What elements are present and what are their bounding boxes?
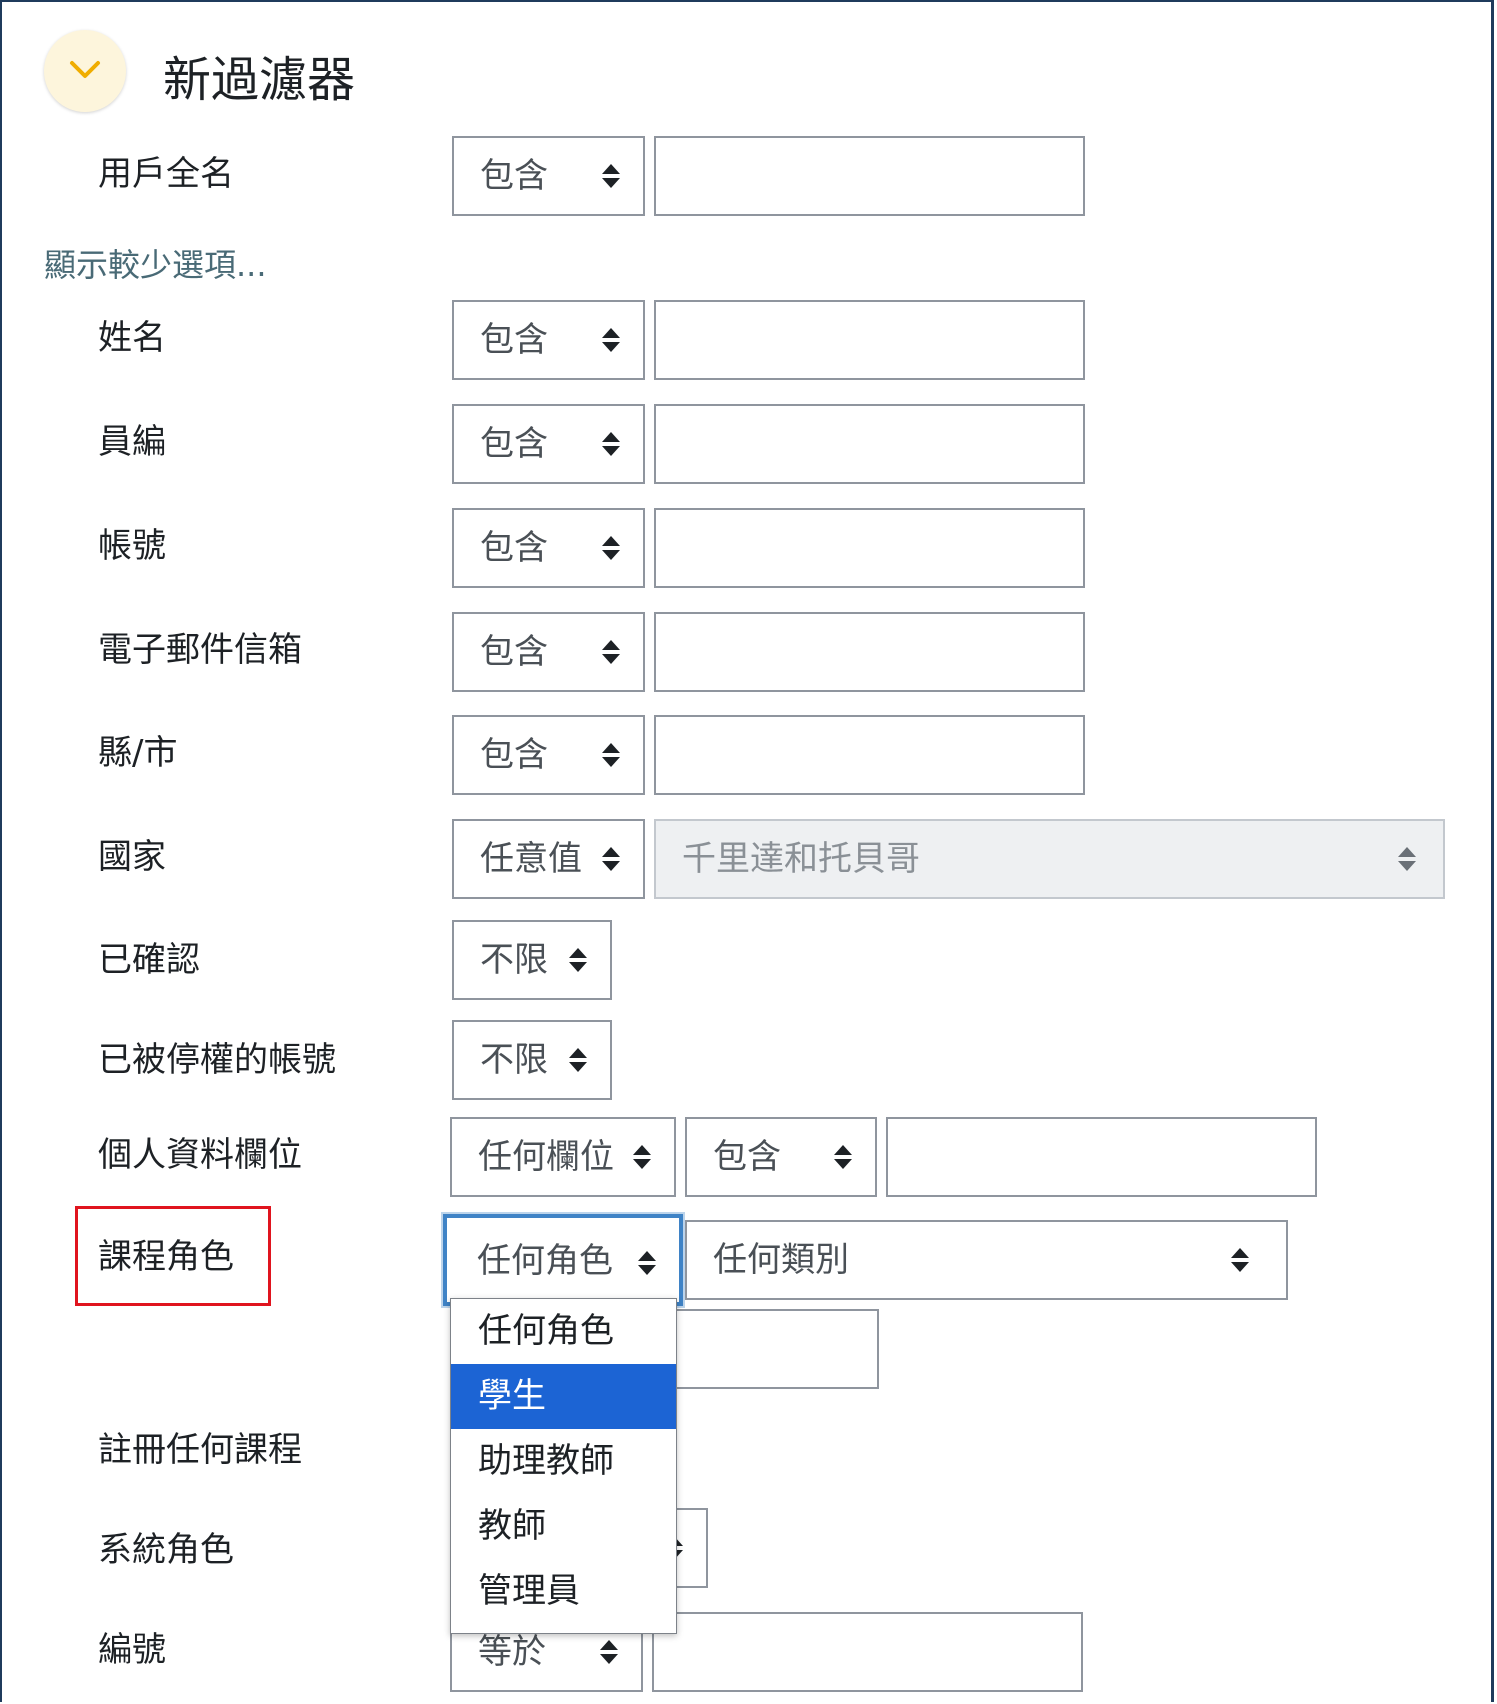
email-label: 電子郵件信箱 — [98, 630, 302, 670]
id-label: 編號 — [98, 1630, 166, 1670]
select-value: 包含 — [480, 632, 548, 672]
email-input[interactable] — [654, 612, 1085, 692]
show-less-options-link[interactable]: 顯示較少選項... — [44, 240, 267, 286]
idnumber-input[interactable] — [654, 404, 1085, 484]
sort-caret-icon — [569, 1048, 587, 1072]
role-option-teacher[interactable]: 教師 — [451, 1494, 676, 1559]
course-name-input[interactable] — [670, 1309, 879, 1389]
profile-field-label: 個人資料欄位 — [98, 1135, 302, 1175]
system-role-label: 系統角色 — [98, 1530, 234, 1570]
sort-caret-icon — [1398, 847, 1416, 871]
profile-field-select[interactable]: 任何欄位 — [450, 1117, 676, 1197]
select-value: 包含 — [480, 735, 548, 775]
any-course-label: 註冊任何課程 — [98, 1430, 302, 1470]
select-value: 千里達和托貝哥 — [682, 839, 920, 879]
fullname-operator-select[interactable]: 包含 — [452, 136, 645, 216]
lastname-input[interactable] — [654, 300, 1085, 380]
role-option-teaching-assistant[interactable]: 助理教師 — [451, 1429, 676, 1494]
suspended-label: 已被停權的帳號 — [98, 1040, 336, 1080]
fullname-input[interactable] — [654, 136, 1085, 216]
lastname-operator-select[interactable]: 包含 — [452, 300, 645, 380]
confirmed-select[interactable]: 不限 — [452, 920, 612, 1000]
sort-caret-icon — [602, 328, 620, 352]
chevron-down-icon — [70, 61, 100, 78]
select-value: 任何欄位 — [478, 1137, 614, 1177]
select-value: 不限 — [480, 940, 548, 980]
sort-caret-icon — [602, 432, 620, 456]
sort-caret-icon — [834, 1145, 852, 1169]
sort-caret-icon — [1231, 1248, 1249, 1272]
city-operator-select[interactable]: 包含 — [452, 715, 645, 795]
country-operator-select[interactable]: 任意值 — [452, 819, 645, 899]
profile-operator-select[interactable]: 包含 — [685, 1117, 877, 1197]
role-option-manager[interactable]: 管理員 — [451, 1559, 676, 1624]
sort-caret-icon — [600, 1640, 618, 1664]
course-category-select[interactable]: 任何類別 — [685, 1220, 1288, 1300]
sort-caret-icon — [569, 948, 587, 972]
role-option-any[interactable]: 任何角色 — [451, 1299, 676, 1364]
select-value: 包含 — [480, 156, 548, 196]
country-label: 國家 — [98, 837, 166, 877]
email-operator-select[interactable]: 包含 — [452, 612, 645, 692]
country-value-select[interactable]: 千里達和托貝哥 — [654, 819, 1445, 899]
sort-caret-icon — [602, 164, 620, 188]
idnumber-operator-select[interactable]: 包含 — [452, 404, 645, 484]
role-option-student[interactable]: 學生 — [451, 1364, 676, 1429]
page-title: 新過濾器 — [163, 52, 356, 108]
sort-caret-icon — [602, 536, 620, 560]
confirmed-label: 已確認 — [98, 940, 200, 980]
idnumber-label: 員編 — [98, 422, 166, 462]
select-value: 包含 — [480, 528, 548, 568]
id-value-input[interactable] — [652, 1612, 1083, 1692]
course-role-label: 課程角色 — [98, 1237, 234, 1277]
city-input[interactable] — [654, 715, 1085, 795]
collapse-toggle-button[interactable] — [44, 30, 126, 112]
select-value: 任何類別 — [713, 1240, 849, 1280]
username-input[interactable] — [654, 508, 1085, 588]
sort-caret-icon — [602, 640, 620, 664]
sort-caret-icon — [602, 847, 620, 871]
select-value: 包含 — [480, 320, 548, 360]
lastname-label: 姓名 — [98, 318, 166, 358]
course-role-dropdown-list: 任何角色 學生 助理教師 教師 管理員 — [450, 1298, 677, 1634]
sort-caret-icon — [633, 1145, 651, 1169]
suspended-select[interactable]: 不限 — [452, 1020, 612, 1100]
fullname-label: 用戶全名 — [98, 154, 234, 194]
select-value: 不限 — [480, 1040, 548, 1080]
city-label: 縣/市 — [98, 733, 178, 773]
course-role-select[interactable]: 任何角色 — [443, 1214, 683, 1306]
select-value: 包含 — [480, 424, 548, 464]
select-value: 任意值 — [480, 839, 582, 879]
username-label: 帳號 — [98, 526, 166, 566]
select-value: 包含 — [713, 1137, 781, 1177]
username-operator-select[interactable]: 包含 — [452, 508, 645, 588]
sort-caret-icon — [638, 1251, 656, 1275]
select-value: 任何角色 — [477, 1241, 613, 1281]
profile-value-input[interactable] — [886, 1117, 1317, 1197]
sort-caret-icon — [602, 743, 620, 767]
